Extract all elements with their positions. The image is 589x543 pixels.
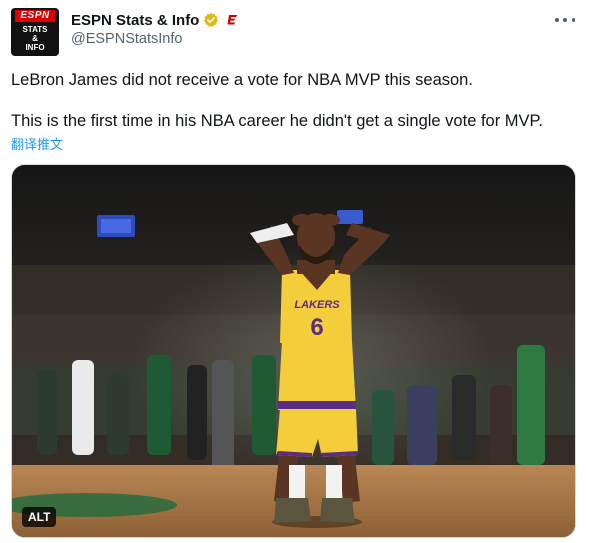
avatar-line-3: INFO [25, 43, 45, 52]
avatar-caption: STATS & INFO [22, 25, 47, 52]
more-dots-icon[interactable] [555, 12, 575, 28]
gold-verified-badge-icon [203, 12, 219, 28]
account-name-row: ESPN Stats & Info [71, 10, 239, 30]
avatar-line-2: & [32, 34, 38, 43]
photo-illustration: LAKERS 6 [12, 165, 575, 537]
jersey-team-text: LAKERS [294, 299, 340, 311]
account-handle[interactable]: @ESPNStatsInfo [71, 31, 182, 47]
tweet-text-line-1: LeBron James did not receive a vote for … [11, 71, 473, 89]
avatar-espn-logo: ESPN [15, 10, 55, 22]
tweet-card[interactable]: ESPN STATS & INFO ESPN Stats & Info @ESP… [0, 0, 589, 543]
espn-affiliate-icon[interactable] [225, 13, 239, 27]
jersey-number: 6 [310, 314, 323, 341]
display-name[interactable]: ESPN Stats & Info [71, 12, 199, 29]
tweet-text-line-2: This is the first time in his NBA career… [11, 112, 544, 130]
avatar-line-1: STATS [22, 25, 48, 34]
account-avatar[interactable]: ESPN STATS & INFO [11, 8, 59, 56]
alt-text-button[interactable]: ALT [22, 507, 57, 527]
tweet-photo[interactable]: LAKERS 6 ALT [11, 164, 576, 538]
translate-tweet-link[interactable]: 翻译推文 [11, 134, 63, 153]
